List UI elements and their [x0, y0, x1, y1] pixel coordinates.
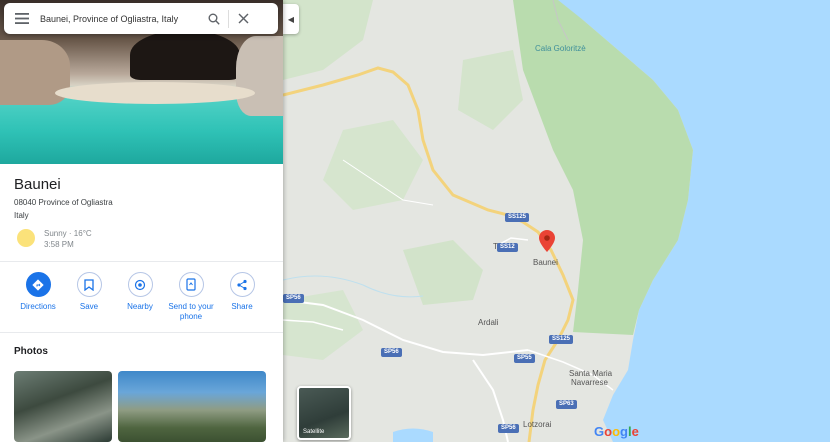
- directions-label: Directions: [20, 302, 56, 311]
- town-label-santa-maria[interactable]: Santa Maria: [569, 369, 612, 378]
- photo-thumbnail[interactable]: [118, 371, 266, 442]
- photos-section-title: Photos: [14, 346, 48, 357]
- directions-button[interactable]: Directions: [12, 272, 64, 312]
- satellite-label: Satellite: [303, 429, 325, 435]
- send-to-phone-button[interactable]: Send to your phone: [165, 272, 217, 322]
- road-shield: SP56: [283, 294, 304, 303]
- divider: [0, 332, 283, 333]
- clear-search-button[interactable]: [229, 3, 257, 34]
- town-label-lotzorai[interactable]: Lotzorai: [523, 420, 551, 429]
- nearby-icon: [134, 279, 146, 290]
- road-shield: SP63: [556, 400, 577, 409]
- road-shield: SS125: [549, 335, 574, 344]
- satellite-layer-button[interactable]: Satellite: [297, 386, 351, 440]
- road-shield: SS12: [497, 243, 518, 252]
- poi-cala-goloritze[interactable]: Cala Goloritzè: [535, 44, 586, 53]
- save-button[interactable]: Save: [63, 272, 115, 312]
- nearby-label: Nearby: [127, 302, 153, 311]
- side-panel: Baunei 08040 Province of Ogliastra Italy…: [0, 0, 283, 442]
- collapse-panel-button[interactable]: ◀: [283, 4, 299, 34]
- road-shield: SP56: [498, 424, 519, 433]
- location-pin-icon[interactable]: [539, 230, 555, 252]
- road-shield: SS125: [505, 213, 530, 222]
- close-icon: [238, 13, 248, 24]
- town-label-ardali[interactable]: Ardali: [478, 318, 498, 327]
- map-terrain: [283, 0, 830, 442]
- search-button[interactable]: [200, 3, 228, 34]
- send-to-phone-label: Send to your phone: [168, 302, 214, 321]
- google-logo: Google: [594, 424, 639, 439]
- share-icon: [237, 279, 247, 290]
- weather-time: 3:58 PM: [44, 240, 74, 249]
- bookmark-icon: [84, 278, 94, 291]
- share-button[interactable]: Share: [216, 272, 268, 312]
- place-country: Italy: [14, 211, 29, 220]
- road-shield: SP56: [381, 348, 402, 357]
- search-input[interactable]: [40, 8, 200, 29]
- place-title: Baunei: [14, 176, 61, 193]
- sunny-weather-icon: [17, 229, 35, 247]
- photo-thumbnail[interactable]: [14, 371, 112, 442]
- map-canvas[interactable]: Cala Goloritzè Triei Baunei Ardali Santa…: [283, 0, 830, 442]
- share-label: Share: [231, 302, 253, 311]
- divider: [0, 261, 283, 262]
- search-bar: [4, 3, 278, 34]
- town-label-navarrese[interactable]: Navarrese: [571, 378, 608, 387]
- hamburger-menu-icon: [15, 13, 29, 24]
- send-to-phone-icon: [186, 278, 196, 291]
- weather-info: Sunny · 16°C 3:58 PM: [44, 228, 92, 250]
- search-icon: [208, 13, 220, 25]
- nearby-button[interactable]: Nearby: [114, 272, 166, 312]
- chevron-left-icon: ◀: [287, 14, 295, 24]
- place-address: 08040 Province of Ogliastra: [14, 198, 113, 207]
- road-shield: SP55: [514, 354, 535, 363]
- town-label-baunei[interactable]: Baunei: [533, 258, 558, 267]
- save-label: Save: [79, 302, 99, 311]
- weather-condition: Sunny · 16°C: [44, 229, 92, 238]
- menu-button[interactable]: [4, 3, 40, 34]
- directions-icon: [32, 278, 44, 291]
